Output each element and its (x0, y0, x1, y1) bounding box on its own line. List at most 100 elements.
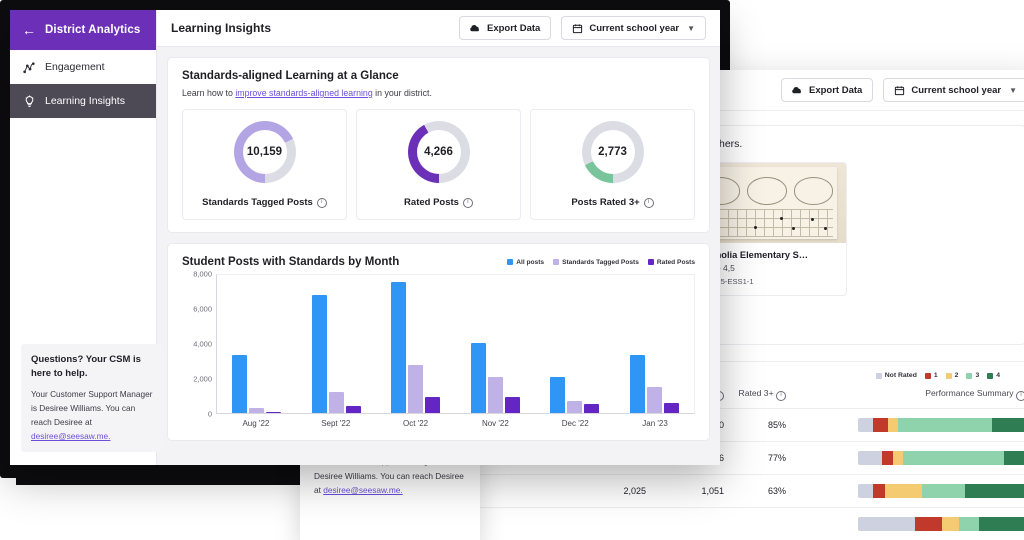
sidebar-item-label: Learning Insights (45, 95, 125, 107)
perf-stacked-bar (858, 484, 1024, 498)
legend-item[interactable]: Rated Posts (648, 259, 695, 266)
perf-segment (888, 418, 898, 432)
cell-performance-summary (786, 442, 1024, 475)
perf-segment (915, 517, 942, 531)
bar[interactable] (232, 355, 247, 413)
arrow-left-icon[interactable]: ← (22, 23, 36, 37)
metric-value: 4,266 (408, 121, 470, 183)
csm-help-heading: Questions? Your CSM is here to help. (31, 353, 153, 381)
table-row[interactable] (460, 508, 1024, 540)
export-data-label: Export Data (487, 23, 540, 34)
sidebar-item-learning-insights[interactable]: Learning Insights (10, 84, 156, 118)
bar[interactable] (664, 403, 679, 413)
back-export-data-label: Export Data (809, 85, 862, 96)
bar[interactable] (584, 404, 599, 413)
perf-segment (858, 517, 915, 531)
perf-segment (858, 418, 873, 432)
chevron-down-icon: ▼ (687, 24, 695, 33)
legend-swatch (925, 373, 931, 379)
calendar-icon (572, 23, 583, 34)
donut-chart: 4,266 (408, 121, 470, 183)
sidebar-header[interactable]: ← District Analytics (10, 10, 156, 50)
table-row[interactable]: ELD2,0251,05163% (460, 475, 1024, 508)
calendar-icon (894, 85, 905, 96)
export-data-button[interactable]: Export Data (459, 16, 551, 40)
screenshot-stage: Export Data Current school year ▼ with s… (0, 0, 1024, 540)
perf-stacked-bar (858, 418, 1024, 432)
info-icon[interactable]: i (463, 198, 473, 208)
info-icon[interactable]: i (776, 391, 786, 401)
bar[interactable] (425, 397, 440, 413)
legend-swatch (946, 373, 952, 379)
bar[interactable] (488, 377, 503, 413)
page-toolbar: Learning Insights Export Data Current sc… (157, 10, 720, 47)
chart-y-axis: 02,0004,0006,0008,000 (182, 274, 216, 414)
perf-segment (882, 451, 894, 465)
metric-label: Posts Rated 3+i (571, 197, 653, 208)
info-icon[interactable]: i (644, 198, 654, 208)
front-window: ← District Analytics Engagement (10, 10, 720, 465)
legend-item[interactable]: All posts (507, 259, 544, 266)
chart-bars (216, 274, 695, 414)
bar-group (217, 275, 297, 413)
cell-performance-summary (786, 409, 1024, 442)
cell-rated-3plus (724, 508, 786, 540)
perf-segment (965, 484, 1024, 498)
x-tick-label: Oct '22 (376, 419, 456, 428)
bar[interactable] (647, 387, 662, 413)
chevron-down-icon: ▼ (1009, 86, 1017, 95)
perf-legend-item: 2 (946, 372, 959, 379)
bar[interactable] (266, 412, 281, 413)
bar-group (456, 275, 536, 413)
metric-value: 2,773 (582, 121, 644, 183)
perf-segment (979, 517, 1024, 531)
info-icon[interactable]: i (1016, 391, 1024, 401)
perf-stacked-bar (858, 451, 1024, 465)
back-export-data-button[interactable]: Export Data (781, 78, 873, 102)
bar[interactable] (312, 295, 327, 413)
bar[interactable] (408, 365, 423, 413)
csm-email-link[interactable]: desiree@seesaw.me. (31, 431, 110, 441)
th-performance-summary: Performance Summary i (786, 388, 1024, 409)
metric-label: Standards Tagged Postsi (202, 197, 327, 208)
cell-performance-summary (786, 508, 1024, 540)
chart-plot: 02,0004,0006,0008,000 (182, 274, 695, 414)
bar[interactable] (505, 397, 520, 413)
bar[interactable] (567, 401, 582, 413)
cell-rated-3plus: 63% (724, 475, 786, 508)
bar-group (535, 275, 615, 413)
page-title: Learning Insights (171, 21, 449, 35)
csm-email-link[interactable]: desiree@seesaw.me. (323, 485, 402, 495)
bar[interactable] (346, 406, 361, 413)
legend-label: All posts (516, 259, 544, 266)
school-year-label: Current school year (589, 23, 679, 34)
bar[interactable] (329, 392, 344, 413)
legend-label: Standards Tagged Posts (562, 259, 639, 266)
glance-subtitle: Learn how to improve standards-aligned l… (182, 88, 695, 98)
sidebar-item-engagement[interactable]: Engagement (10, 50, 156, 84)
cell-rated-3plus: 85% (724, 409, 786, 442)
back-school-year-select[interactable]: Current school year ▼ (883, 78, 1024, 102)
bar[interactable] (249, 408, 264, 413)
bar[interactable] (391, 282, 406, 413)
metric-donut-list: 10,159Standards Tagged Postsi4,266Rated … (182, 109, 695, 220)
legend-item[interactable]: Standards Tagged Posts (553, 259, 639, 266)
content-scroll-area[interactable]: Standards-aligned Learning at a Glance L… (157, 47, 720, 465)
legend-swatch (553, 259, 559, 265)
school-year-select[interactable]: Current school year ▼ (561, 16, 706, 40)
cell-rated-posts (646, 508, 724, 540)
bar-group (615, 275, 695, 413)
improve-learning-link[interactable]: improve standards-aligned learning (235, 88, 372, 98)
perf-legend-item: 3 (966, 372, 979, 379)
x-tick-label: Jan '23 (615, 419, 695, 428)
perf-segment (885, 484, 922, 498)
info-icon[interactable]: i (317, 198, 327, 208)
bar[interactable] (471, 343, 486, 413)
perf-segment (903, 451, 1004, 465)
bar[interactable] (550, 377, 565, 413)
perf-segment (1004, 451, 1024, 465)
cell-posts: 2,025 (572, 475, 646, 508)
metric-value: 10,159 (234, 121, 296, 183)
cloud-download-icon (792, 85, 803, 96)
bar[interactable] (630, 355, 645, 413)
